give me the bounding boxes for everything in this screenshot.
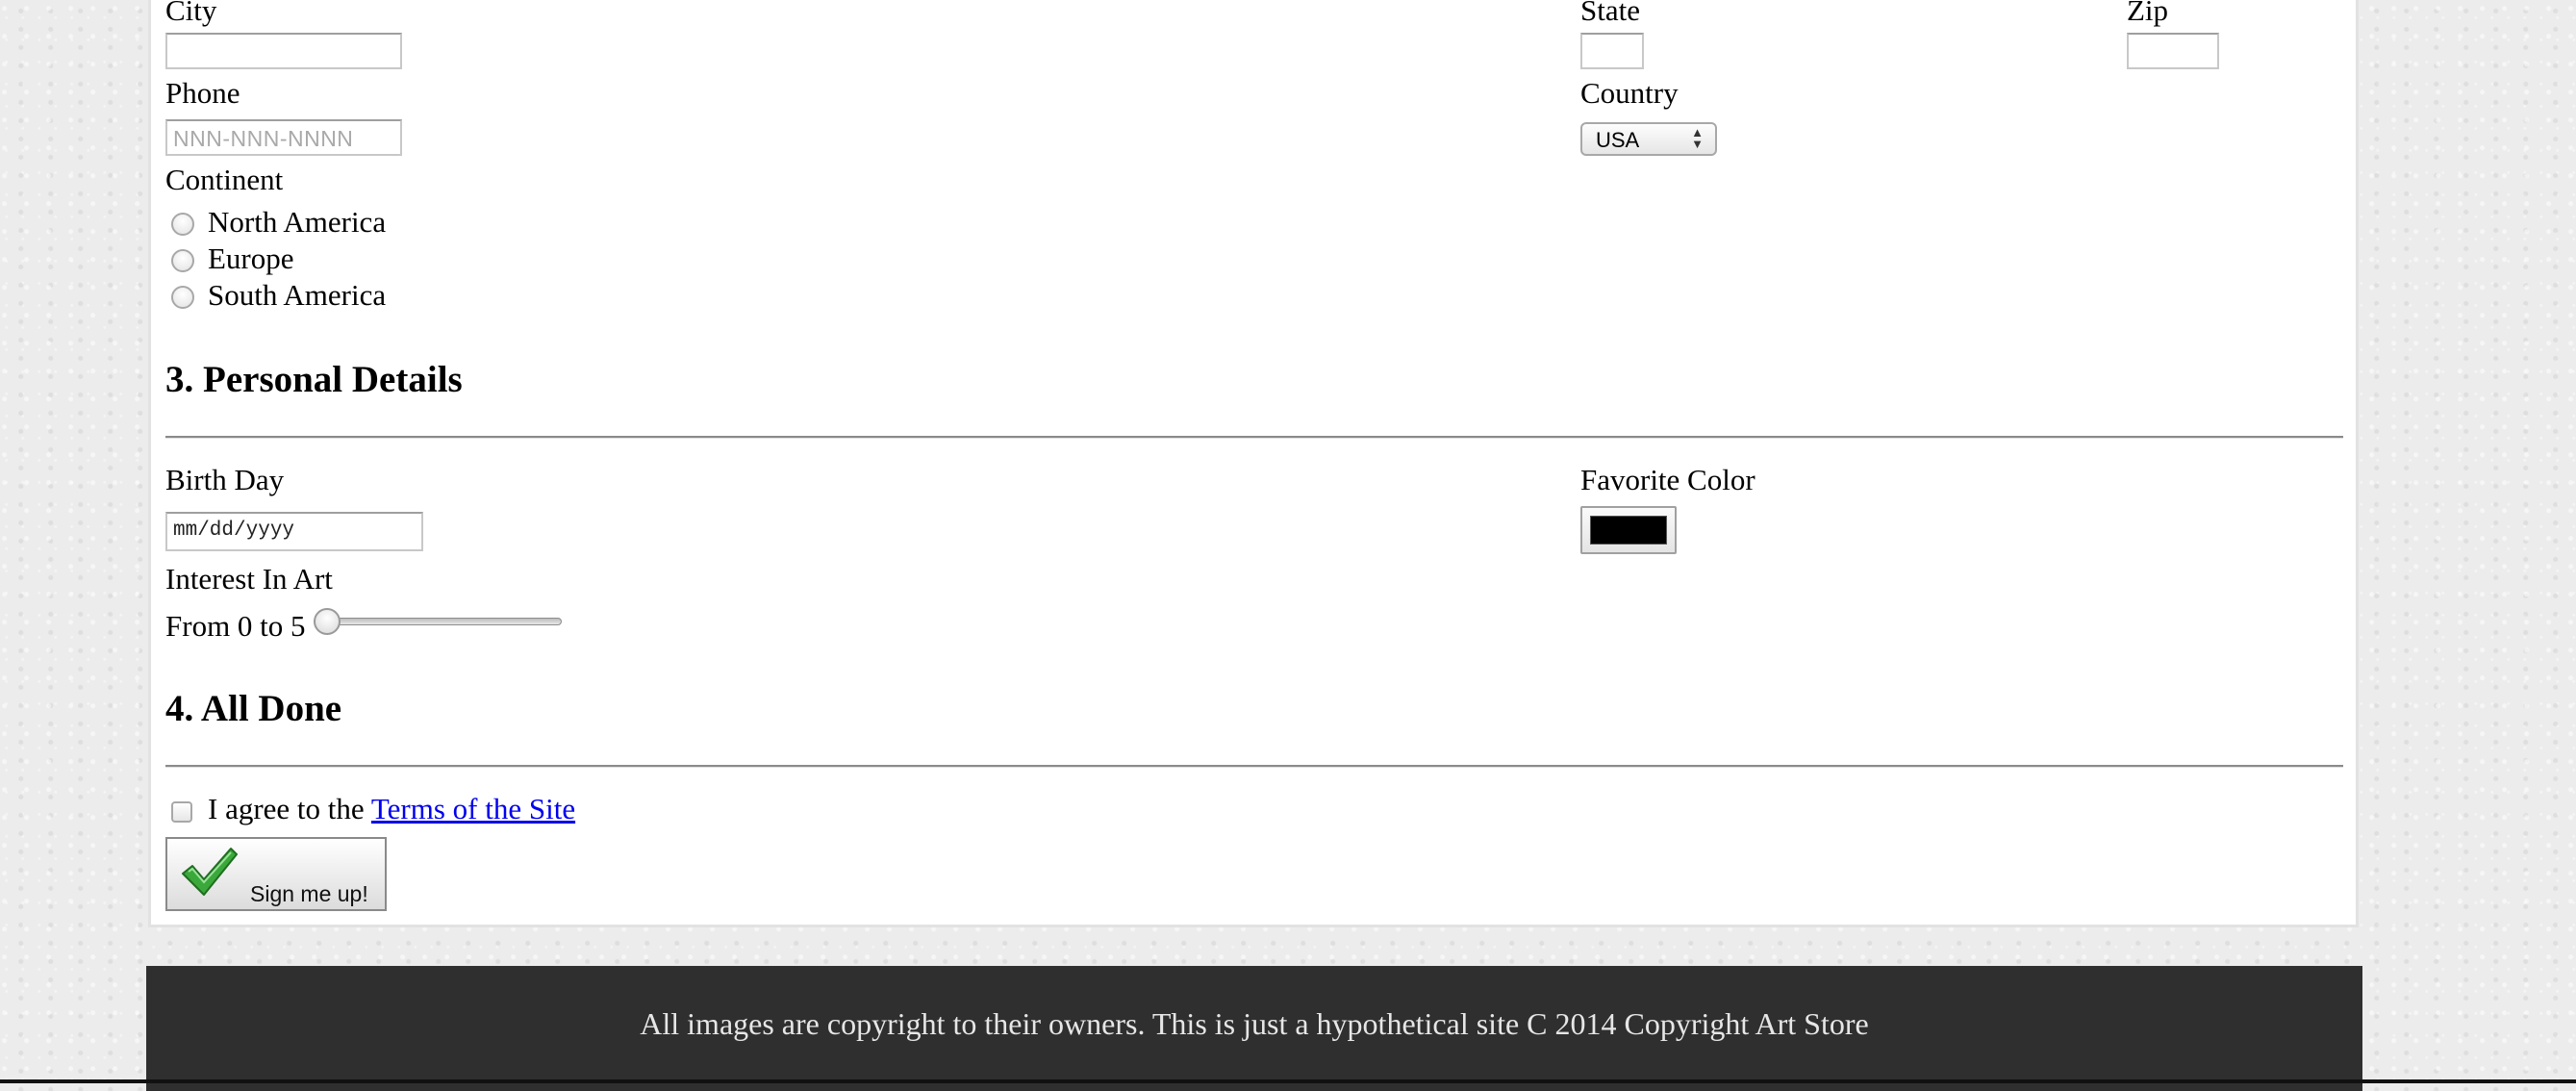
birthday-label: Birth Day xyxy=(165,463,285,496)
sign-up-button[interactable]: Sign me up! xyxy=(165,837,387,911)
phone-placeholder: NNN-NNN-NNNN xyxy=(173,126,354,151)
footer-copyright: All images are copyright to their owners… xyxy=(640,1006,1869,1041)
favorite-color-label: Favorite Color xyxy=(1580,463,1755,496)
city-input[interactable] xyxy=(165,33,402,69)
agree-checkbox[interactable] xyxy=(171,801,192,823)
personal-details-heading: 3. Personal Details xyxy=(165,359,463,400)
terms-link[interactable]: Terms of the Site xyxy=(371,792,575,825)
country-label: Country xyxy=(1580,76,1679,110)
select-arrows-icon: ▲ ▼ xyxy=(1691,125,1704,151)
city-label: City xyxy=(165,0,217,27)
continent-option-label: South America xyxy=(208,278,387,312)
continent-option-label: Europe xyxy=(208,241,294,275)
color-swatch xyxy=(1590,516,1667,545)
phone-input[interactable]: NNN-NNN-NNNN xyxy=(165,119,402,156)
zip-label: Zip xyxy=(2127,0,2169,27)
agree-label: I agree to the xyxy=(208,792,365,825)
state-input[interactable] xyxy=(1580,33,1644,69)
interest-label: Interest In Art xyxy=(165,562,333,596)
interest-slider-track[interactable] xyxy=(314,618,562,625)
interest-slider-thumb[interactable] xyxy=(314,608,341,635)
radio-north-america[interactable] xyxy=(171,213,194,236)
birthday-format: mm/dd/yyyy xyxy=(173,520,295,542)
state-label: State xyxy=(1580,0,1640,27)
zip-input[interactable] xyxy=(2127,33,2219,69)
window-bottom-edge xyxy=(0,1079,2576,1083)
section-divider xyxy=(165,436,2343,439)
footer: All images are copyright to their owners… xyxy=(146,966,2362,1091)
continent-label: Continent xyxy=(165,163,284,196)
sign-up-label: Sign me up! xyxy=(250,881,368,906)
country-select[interactable]: USA ▲ ▼ xyxy=(1580,122,1717,156)
section-divider xyxy=(165,765,2343,768)
checkmark-icon xyxy=(179,845,240,903)
range-label: From 0 to 5 xyxy=(165,609,306,643)
birthday-input[interactable]: mm/dd/yyyy xyxy=(165,512,423,551)
all-done-heading: 4. All Done xyxy=(165,688,342,729)
form-panel xyxy=(148,0,2359,927)
continent-option-label: North America xyxy=(208,205,387,239)
favorite-color-picker[interactable] xyxy=(1580,506,1677,554)
radio-europe[interactable] xyxy=(171,249,194,272)
agree-text: I agree to the Terms of the Site xyxy=(208,792,575,826)
phone-label: Phone xyxy=(165,76,240,110)
radio-south-america[interactable] xyxy=(171,286,194,309)
country-select-value: USA xyxy=(1596,128,1640,152)
